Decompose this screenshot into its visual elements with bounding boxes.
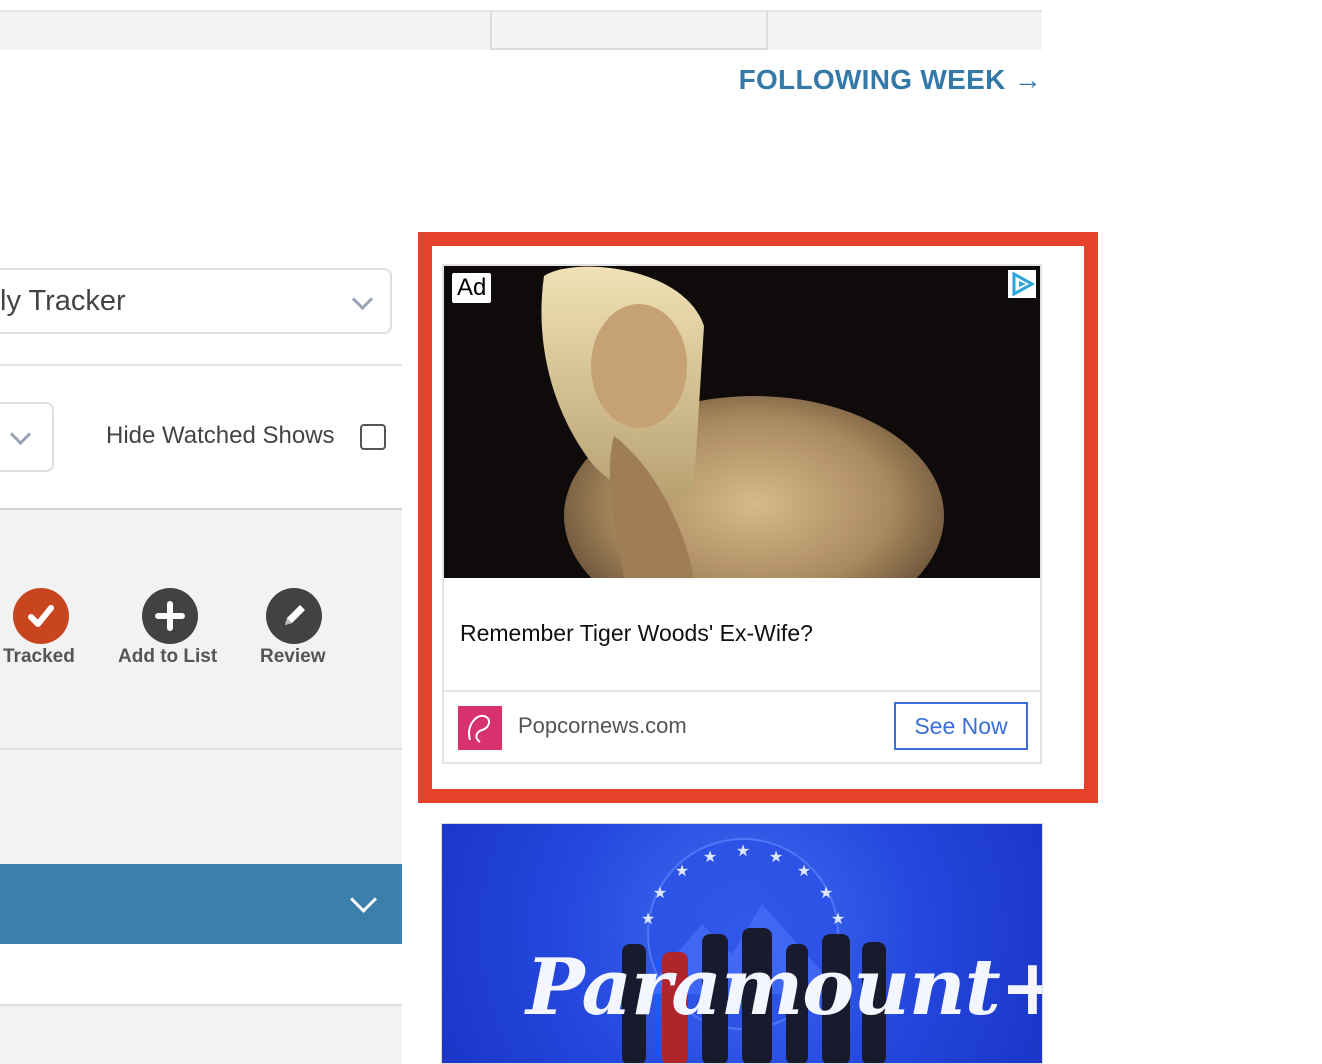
- ad-source: Popcornews.com: [518, 713, 687, 738]
- following-week-link[interactable]: FOLLOWING WEEK →: [739, 64, 1042, 96]
- ad-headline[interactable]: Remember Tiger Woods' Ex-Wife?: [460, 620, 813, 647]
- svg-text:★: ★: [831, 911, 845, 928]
- ad-image[interactable]: [444, 266, 1040, 578]
- review-label: Review: [260, 646, 326, 667]
- svg-text:★: ★: [736, 843, 750, 860]
- svg-text:★: ★: [703, 849, 717, 866]
- hide-watched-checkbox[interactable]: [360, 424, 386, 450]
- add-to-list-button[interactable]: [142, 588, 198, 644]
- svg-text:★: ★: [675, 863, 689, 880]
- plus-icon: [142, 588, 198, 644]
- review-button[interactable]: [266, 588, 322, 644]
- divider: [0, 1004, 402, 1006]
- svg-text:★: ★: [819, 885, 833, 902]
- divider: [444, 690, 1040, 692]
- add-to-list-label: Add to List: [118, 646, 218, 667]
- accordion-body: [0, 944, 402, 1004]
- adchoices-icon[interactable]: [1008, 270, 1036, 298]
- paramount-banner[interactable]: ★ ★ ★ ★ ★ ★ ★ ★ ★ Paramount+: [441, 823, 1043, 1064]
- hide-watched-label: Hide Watched Shows: [106, 422, 335, 449]
- paramount-logo-text: Paramount+: [526, 942, 1043, 1033]
- tracked-button[interactable]: [13, 588, 69, 644]
- see-now-button[interactable]: See Now: [894, 702, 1028, 750]
- svg-text:★: ★: [797, 863, 811, 880]
- tracker-select-value: ly Tracker: [0, 285, 126, 317]
- accordion-header[interactable]: [0, 864, 402, 944]
- pencil-icon: [266, 588, 322, 644]
- divider: [0, 508, 402, 510]
- svg-text:★: ★: [769, 849, 783, 866]
- ad-badge: Ad: [452, 273, 492, 303]
- svg-text:★: ★: [653, 885, 667, 902]
- week-strip-cell[interactable]: [490, 10, 768, 50]
- divider: [0, 748, 402, 750]
- tracked-label: Tracked: [3, 646, 75, 667]
- svg-text:★: ★: [641, 911, 655, 928]
- advertiser-logo-icon: [458, 706, 502, 750]
- chevron-down-icon: [350, 886, 377, 913]
- divider: [0, 364, 402, 366]
- check-icon: [13, 588, 69, 644]
